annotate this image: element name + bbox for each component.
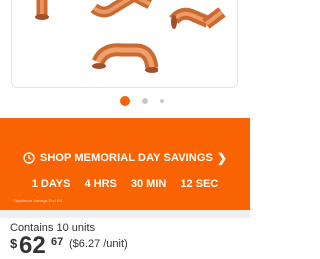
countdown-days: 1 DAYS (31, 178, 71, 190)
promo-label: SHOP MEMORIAL DAY SAVINGS (39, 152, 213, 164)
countdown-seconds: 12 SEC (180, 178, 219, 190)
chevron-right-icon: ❯ (216, 151, 228, 165)
pagination-dot[interactable] (142, 98, 148, 104)
countdown-timer: 1 DAYS 4 HRS 30 MIN 12 SEC (0, 175, 250, 193)
clock-icon (23, 152, 35, 164)
countdown-hours: 4 HRS (84, 178, 117, 190)
copper-elbow-image-1 (35, 0, 49, 20)
price-cents: 67 (51, 236, 64, 248)
product-image-gallery[interactable] (0, 0, 250, 93)
countdown-minutes: 30 MIN (130, 178, 167, 190)
gallery-pagination[interactable] (0, 94, 250, 108)
price-dollars: 62 (19, 232, 46, 259)
promo-link[interactable]: SHOP MEMORIAL DAY SAVINGS ❯ (0, 149, 250, 167)
copper-elbow-image-2 (90, 0, 152, 18)
promo-banner[interactable]: SHOP MEMORIAL DAY SAVINGS ❯ 1 DAYS 4 HRS… (0, 118, 250, 210)
promo-fineprint: *Appliance Savings End 6/4 (13, 198, 63, 203)
unit-price: ($6.27 /unit) (69, 238, 128, 250)
pagination-dot[interactable] (160, 99, 164, 103)
copper-elbow-image-3 (169, 7, 226, 29)
price-currency: $ (10, 236, 18, 251)
section-divider (0, 210, 250, 218)
pagination-dot-active[interactable] (120, 96, 130, 106)
copper-elbow-image-4 (92, 43, 158, 73)
